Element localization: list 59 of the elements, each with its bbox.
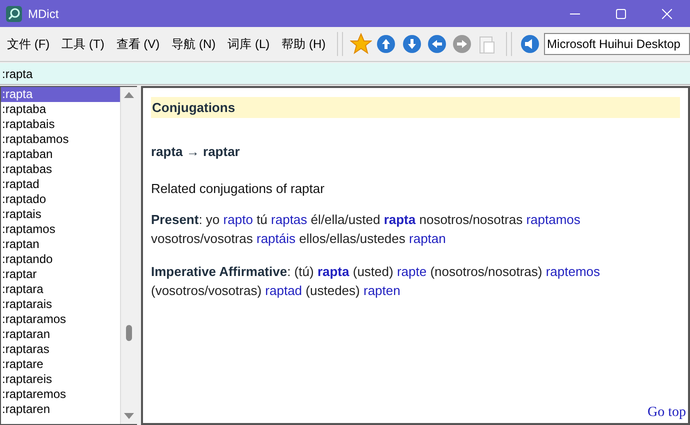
favorite-star-button[interactable] bbox=[350, 32, 373, 56]
word-list-item[interactable]: :raptaremos bbox=[1, 387, 120, 402]
conjugation-link[interactable]: raptas bbox=[271, 212, 308, 227]
word-list-item[interactable]: :raptaramos bbox=[1, 312, 120, 327]
conjugation-paragraph: Present: yo rapto tú raptas él/ella/usted rapta nosotros/nosotras raptamos vosotros/vosotras raptáis ellos/ellas/ustedes raptan bbox=[151, 211, 582, 248]
app-logo-icon bbox=[6, 6, 22, 22]
word-list-item[interactable]: :raptado bbox=[1, 192, 120, 207]
word-list-item[interactable]: :raptad bbox=[1, 177, 120, 192]
word-list-item[interactable]: :raptan bbox=[1, 237, 120, 252]
headword: rapta → raptar bbox=[151, 144, 241, 159]
conjugation-link[interactable]: raptad bbox=[265, 283, 302, 298]
word-list-item[interactable]: :raptaran bbox=[1, 327, 120, 342]
word-list-item[interactable]: :raptareis bbox=[1, 372, 120, 387]
word-list-item[interactable]: :raptaban bbox=[1, 147, 120, 162]
conjugation-paragraph: Imperative Affirmative: (tú) rapta (usted) rapte (nosotros/nosotras) raptemos (vosotros/vosotras) raptad (ustedes) rapten bbox=[151, 263, 602, 300]
word-list-item[interactable]: :raptarais bbox=[1, 297, 120, 312]
voice-field[interactable]: Microsoft Huihui Desktop bbox=[544, 33, 690, 55]
conjugation-link[interactable]: rapta bbox=[384, 212, 416, 227]
word-list-item[interactable]: :raptamos bbox=[1, 222, 120, 237]
back-button[interactable] bbox=[425, 32, 448, 56]
word-list-item[interactable]: :raptabas bbox=[1, 162, 120, 177]
word-list-item[interactable]: :raptais bbox=[1, 207, 120, 222]
menu-item[interactable]: 导航 (N) bbox=[164, 32, 221, 56]
menu-item[interactable]: 帮助 (H) bbox=[274, 32, 331, 56]
word-list-item[interactable]: :raptabamos bbox=[1, 132, 120, 147]
menu-item[interactable]: 查看 (V) bbox=[109, 32, 165, 56]
menu-item[interactable]: 词库 (L) bbox=[220, 32, 275, 56]
conjugation-link[interactable]: raptemos bbox=[546, 264, 600, 279]
menu-item[interactable]: 工具 (T) bbox=[54, 32, 110, 56]
up-arrow-button[interactable] bbox=[374, 32, 398, 56]
word-list-item[interactable]: :raptare bbox=[1, 357, 120, 372]
word-list-item[interactable]: :raptabais bbox=[1, 117, 120, 132]
scroll-up-icon[interactable] bbox=[124, 92, 134, 98]
word-list-item[interactable]: :raptando bbox=[1, 252, 120, 267]
down-arrow-button[interactable] bbox=[400, 32, 424, 56]
conjugation-link[interactable]: raptan bbox=[409, 231, 446, 246]
word-list-item[interactable]: :raptaren bbox=[1, 402, 120, 417]
scroll-thumb[interactable] bbox=[126, 325, 132, 341]
scrollbar[interactable] bbox=[120, 87, 137, 424]
conjugation-link[interactable]: rapten bbox=[364, 283, 400, 298]
conjugation-link[interactable]: rapta bbox=[317, 264, 350, 279]
maximize-icon bbox=[616, 8, 626, 18]
section-heading: Conjugations bbox=[151, 97, 680, 118]
intro-text: Related conjugations of raptar bbox=[151, 181, 326, 196]
word-list-item[interactable]: :raptaba bbox=[1, 102, 120, 117]
word-list-item[interactable]: :raptar bbox=[1, 267, 120, 282]
go-top-link[interactable]: Go top bbox=[648, 405, 686, 421]
conjugation-link[interactable]: rapto bbox=[223, 212, 253, 227]
word-list-item[interactable]: :rapta bbox=[1, 87, 120, 102]
conjugation-link[interactable]: raptamos bbox=[526, 212, 580, 227]
conjugation-link[interactable]: raptáis bbox=[256, 231, 296, 246]
window-title: MDict bbox=[28, 6, 60, 20]
word-list-item[interactable]: :raptara bbox=[1, 282, 120, 297]
search-field[interactable]: :rapta bbox=[0, 63, 690, 85]
conjugation-link[interactable]: rapte bbox=[396, 264, 427, 279]
menu-item[interactable]: 文件 (F) bbox=[0, 32, 55, 56]
word-list-item[interactable]: :raptaras bbox=[1, 342, 120, 357]
close-icon bbox=[662, 8, 672, 18]
scroll-down-icon[interactable] bbox=[124, 413, 134, 419]
